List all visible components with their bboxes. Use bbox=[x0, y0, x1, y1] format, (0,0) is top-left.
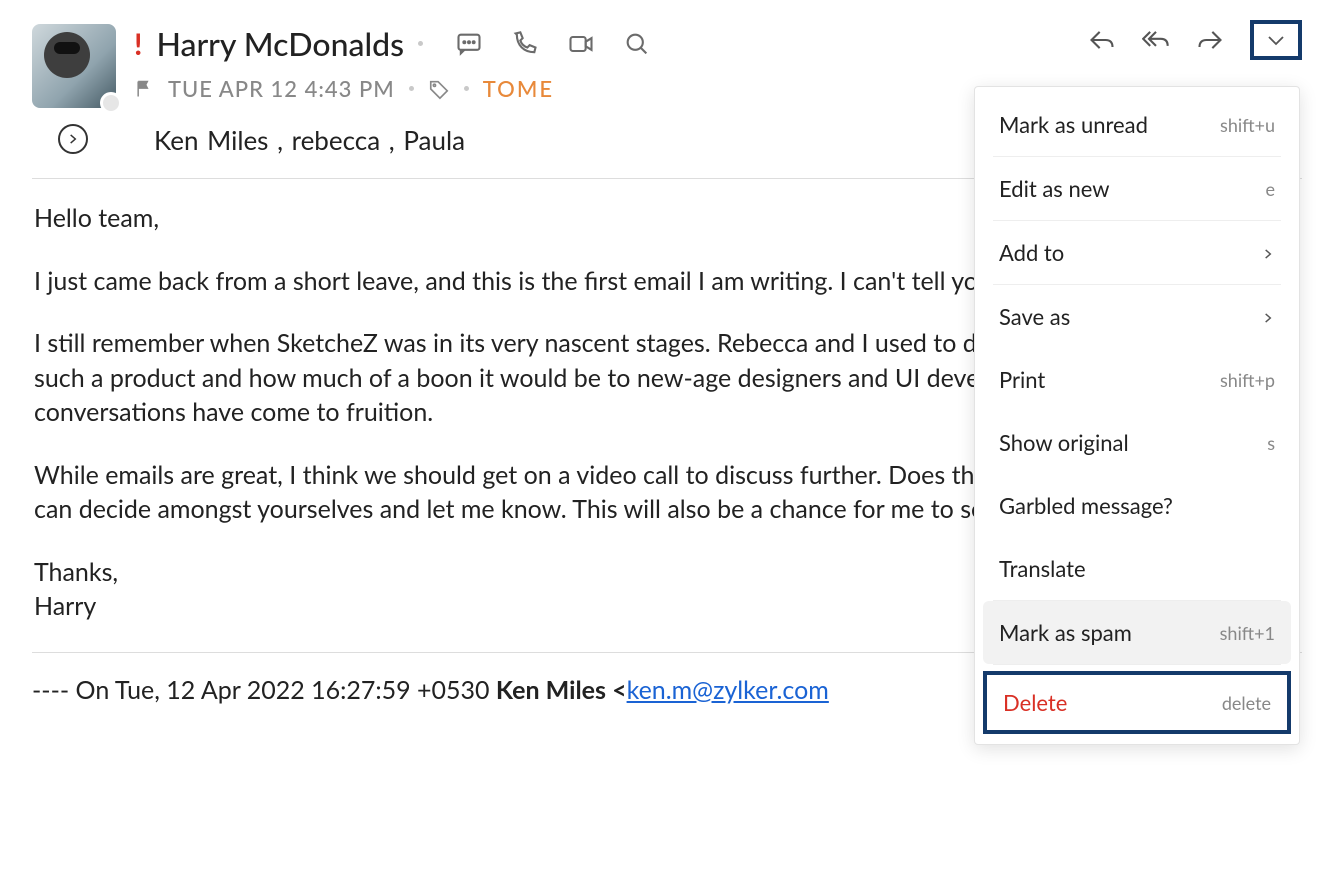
more-actions-menu: Mark as unread shift+u Edit as new e Add to S… bbox=[974, 86, 1300, 745]
chat-icon[interactable] bbox=[455, 30, 483, 58]
menu-item-print[interactable]: Print shift+p bbox=[975, 348, 1299, 411]
video-icon[interactable] bbox=[567, 30, 595, 58]
sender-name[interactable]: Harry McDonalds bbox=[156, 24, 404, 63]
menu-item-save-as[interactable]: Save as bbox=[975, 285, 1299, 348]
reply-icon[interactable] bbox=[1088, 26, 1116, 54]
menu-item-shortcut: shift+p bbox=[1220, 369, 1275, 391]
chevron-down-icon bbox=[1264, 28, 1288, 52]
menu-item-label: Add to bbox=[999, 239, 1064, 266]
menu-item-mark-as-spam[interactable]: Mark as spam shift+1 bbox=[983, 601, 1291, 664]
menu-item-label: Garbled message? bbox=[999, 492, 1173, 519]
menu-item-translate[interactable]: Translate bbox=[975, 537, 1299, 600]
tag-label[interactable]: TOME bbox=[483, 75, 554, 102]
flag-icon[interactable] bbox=[134, 79, 154, 99]
chevron-right-icon bbox=[1261, 239, 1275, 266]
search-icon[interactable] bbox=[623, 30, 651, 58]
menu-item-label: Print bbox=[999, 366, 1045, 393]
menu-item-label: Delete bbox=[1003, 689, 1067, 716]
expand-details-button[interactable] bbox=[58, 124, 88, 154]
recipients-list[interactable]: Ken Miles , rebecca , Paula bbox=[154, 124, 465, 156]
message-toolbar bbox=[1088, 20, 1302, 60]
priority-indicator: ! bbox=[134, 29, 142, 59]
presence-status-dot bbox=[100, 92, 122, 114]
quote-sender-name: Ken Miles bbox=[496, 675, 606, 705]
menu-item-label: Mark as spam bbox=[999, 619, 1132, 646]
menu-item-shortcut: s bbox=[1267, 432, 1275, 454]
menu-item-show-original[interactable]: Show original s bbox=[975, 411, 1299, 474]
menu-item-shortcut: shift+u bbox=[1220, 114, 1275, 136]
separator-dot bbox=[464, 86, 469, 91]
menu-item-shortcut: shift+1 bbox=[1220, 622, 1275, 644]
menu-item-label: Edit as new bbox=[999, 175, 1110, 202]
menu-item-delete[interactable]: Delete delete bbox=[983, 671, 1291, 734]
quote-bracket: < bbox=[606, 675, 627, 705]
quote-prefix: ---- On Tue, 12 Apr 2022 16:27:59 +0530 bbox=[32, 675, 496, 705]
menu-item-garbled-message[interactable]: Garbled message? bbox=[975, 474, 1299, 537]
separator-dot bbox=[418, 41, 423, 46]
menu-item-shortcut: e bbox=[1265, 178, 1275, 200]
menu-item-label: Mark as unread bbox=[999, 111, 1148, 138]
separator-dot bbox=[409, 86, 414, 91]
phone-icon[interactable] bbox=[511, 30, 539, 58]
menu-item-label: Translate bbox=[999, 555, 1086, 582]
menu-item-mark-as-unread[interactable]: Mark as unread shift+u bbox=[975, 93, 1299, 156]
reply-all-icon[interactable] bbox=[1142, 26, 1170, 54]
menu-separator bbox=[993, 664, 1281, 665]
message-timestamp: TUE APR 12 4:43 PM bbox=[168, 75, 395, 102]
sender-avatar-wrap bbox=[32, 24, 116, 108]
quote-sender-email[interactable]: ken.m@zylker.com bbox=[627, 675, 829, 705]
menu-item-add-to[interactable]: Add to bbox=[975, 221, 1299, 284]
chevron-right-icon bbox=[1261, 303, 1275, 330]
more-actions-button[interactable] bbox=[1250, 20, 1302, 60]
menu-item-label: Show original bbox=[999, 429, 1129, 456]
tag-icon[interactable] bbox=[428, 78, 450, 100]
menu-item-shortcut: delete bbox=[1222, 692, 1271, 714]
menu-item-edit-as-new[interactable]: Edit as new e bbox=[975, 157, 1299, 220]
forward-icon[interactable] bbox=[1196, 26, 1224, 54]
menu-item-label: Save as bbox=[999, 303, 1070, 330]
